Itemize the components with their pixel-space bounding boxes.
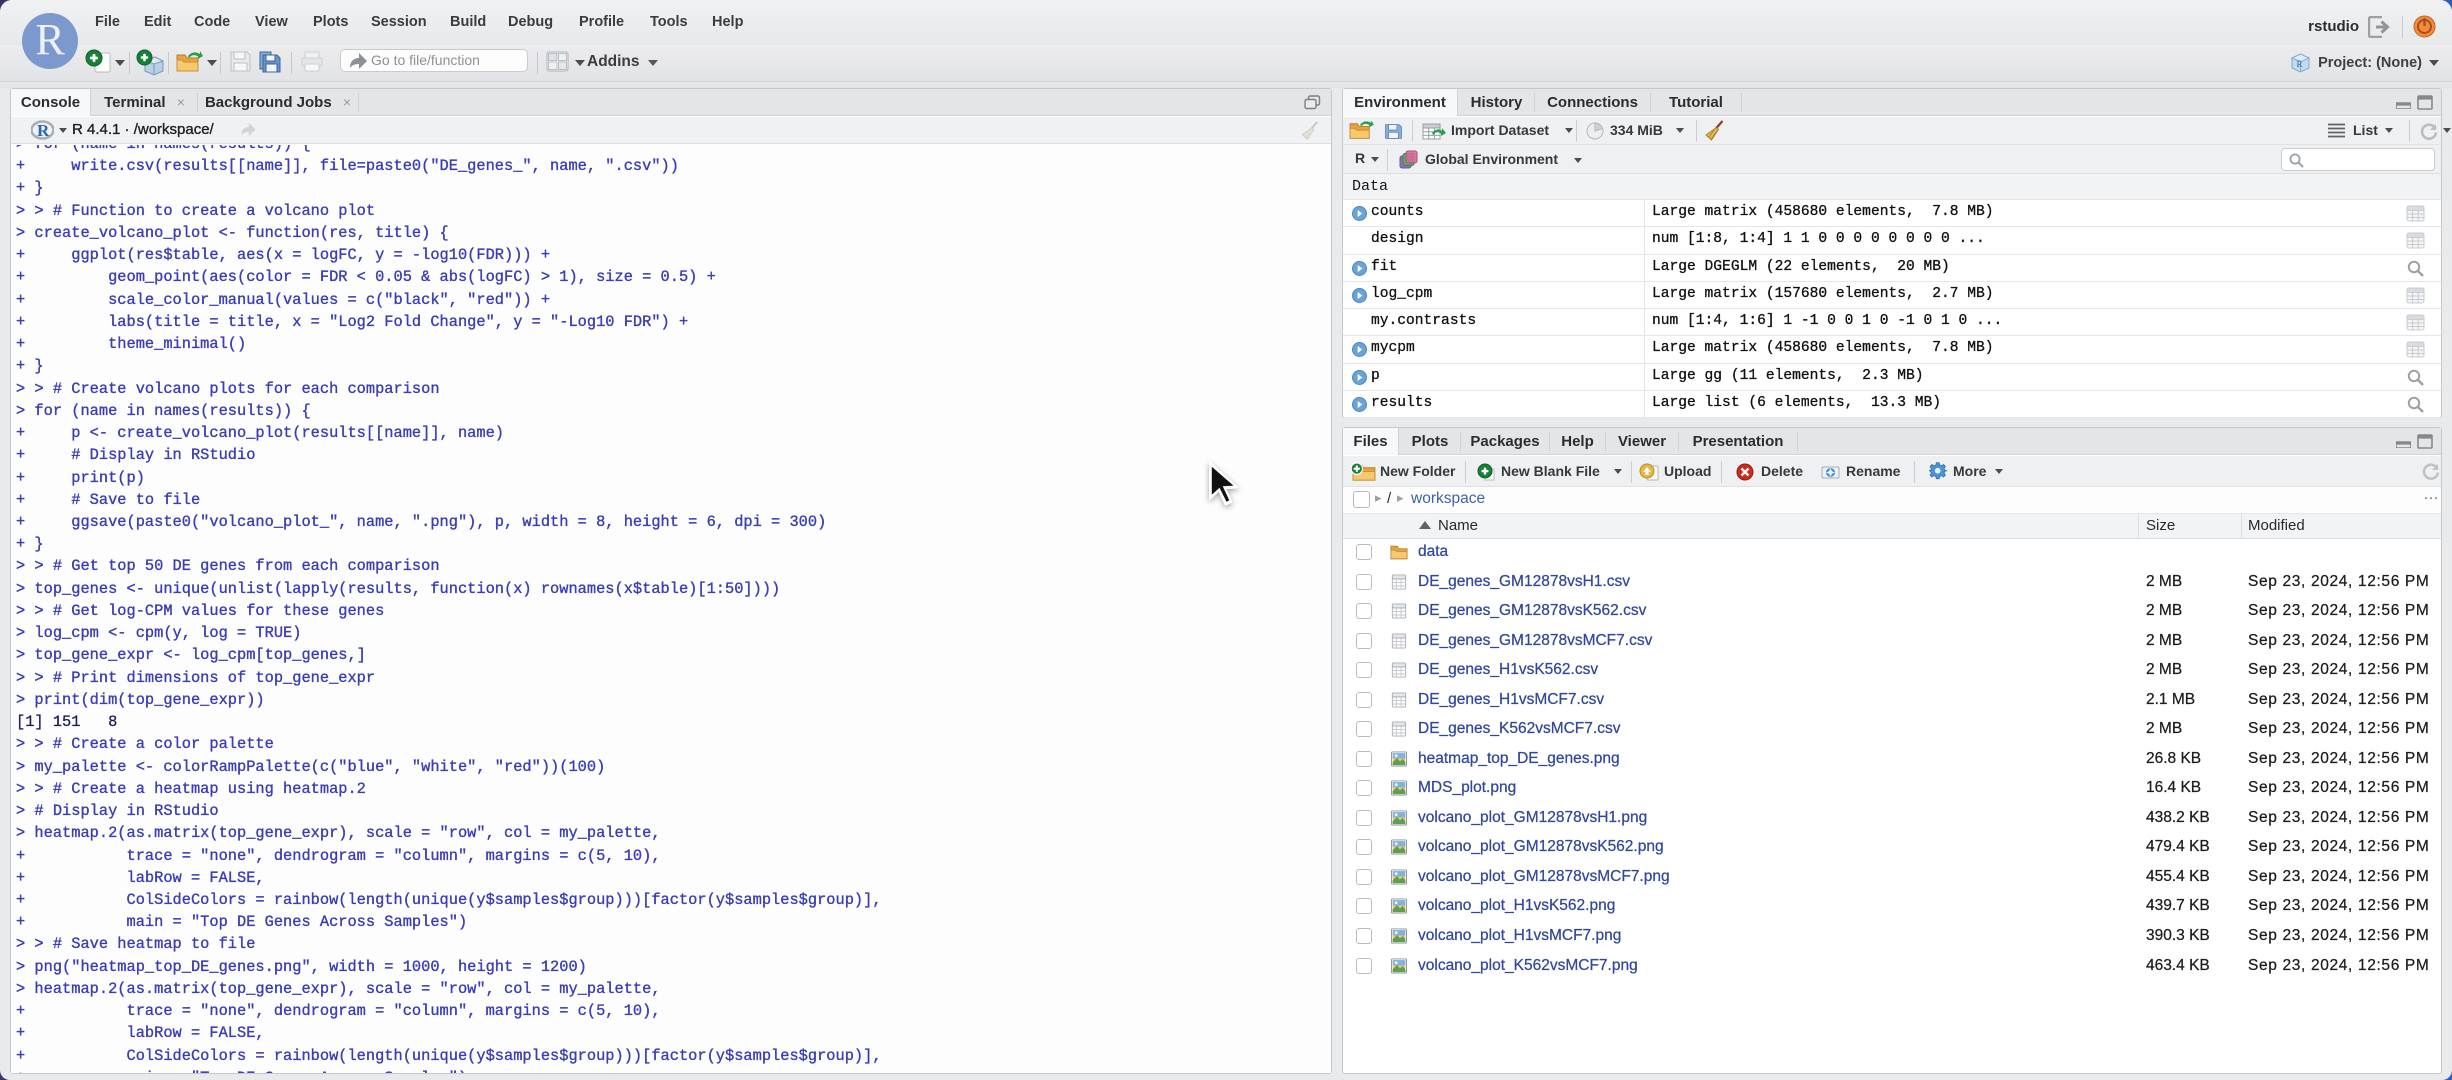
svg-text:R: R	[2297, 59, 2303, 69]
svg-text:R: R	[37, 121, 50, 140]
